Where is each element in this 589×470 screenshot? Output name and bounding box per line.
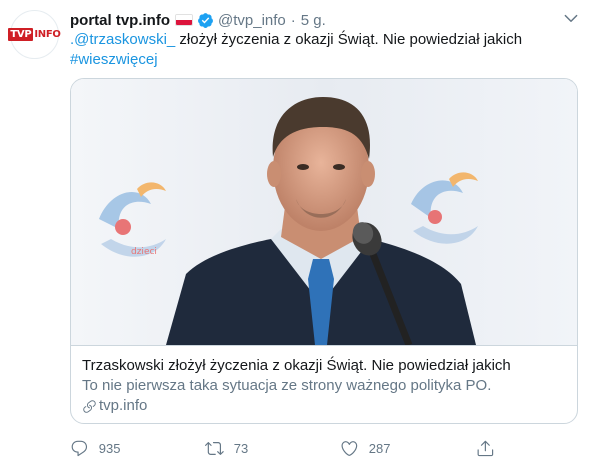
tweet-header: portal tvp.info @tvp_info · 5 g.: [70, 10, 326, 30]
reply-count: 935: [98, 440, 121, 456]
like-count: 287: [368, 440, 391, 456]
account-handle[interactable]: @tvp_info: [218, 12, 286, 29]
tweet-text: .@trzaskowski_ złożył życzenia z okazji …: [70, 30, 570, 70]
chevron-down-icon[interactable]: [562, 9, 580, 27]
tvp-info-logo: TVP INFO: [8, 28, 61, 41]
retweet-button[interactable]: 73: [205, 434, 248, 462]
link-icon: [83, 399, 96, 413]
retweet-count: 73: [233, 440, 249, 456]
mention-link[interactable]: .@trzaskowski_: [70, 31, 175, 48]
svg-text:dzieci: dzieci: [131, 247, 157, 257]
verified-badge-icon: [198, 12, 213, 28]
tweet-body: złożył życzenia z okazji Świąt. Nie powi…: [175, 31, 523, 48]
poland-flag-icon: [175, 14, 193, 26]
card-description: To nie pierwsza taka sytuacja ze strony …: [82, 377, 492, 394]
heart-icon: [341, 440, 358, 456]
hashtag-link[interactable]: #wieszwięcej: [70, 51, 158, 68]
link-card[interactable]: dzieci Trzaskowski złożył życzenia z oka…: [70, 78, 578, 424]
card-domain: tvp.info: [82, 396, 566, 416]
reply-icon: [71, 440, 88, 456]
share-button[interactable]: [476, 434, 495, 462]
retweet-icon: [205, 441, 224, 455]
card-domain-text[interactable]: tvp.info: [99, 396, 147, 416]
display-name[interactable]: portal tvp.info: [70, 12, 170, 29]
share-icon: [477, 440, 494, 456]
card-image[interactable]: dzieci: [71, 79, 577, 345]
avatar[interactable]: TVP INFO: [8, 10, 61, 59]
tweet-timestamp[interactable]: 5 g.: [301, 12, 326, 29]
tweet-actions: 935 73 287: [70, 434, 500, 462]
card-body[interactable]: Trzaskowski złożył życzenia z okazji Świ…: [71, 345, 577, 423]
reply-button[interactable]: 935: [70, 434, 120, 462]
card-title: Trzaskowski złożył życzenia z okazji Świ…: [82, 357, 511, 374]
separator-dot: ·: [290, 11, 296, 29]
speaker-photo: dzieci: [71, 79, 577, 345]
like-button[interactable]: 287: [340, 434, 390, 462]
